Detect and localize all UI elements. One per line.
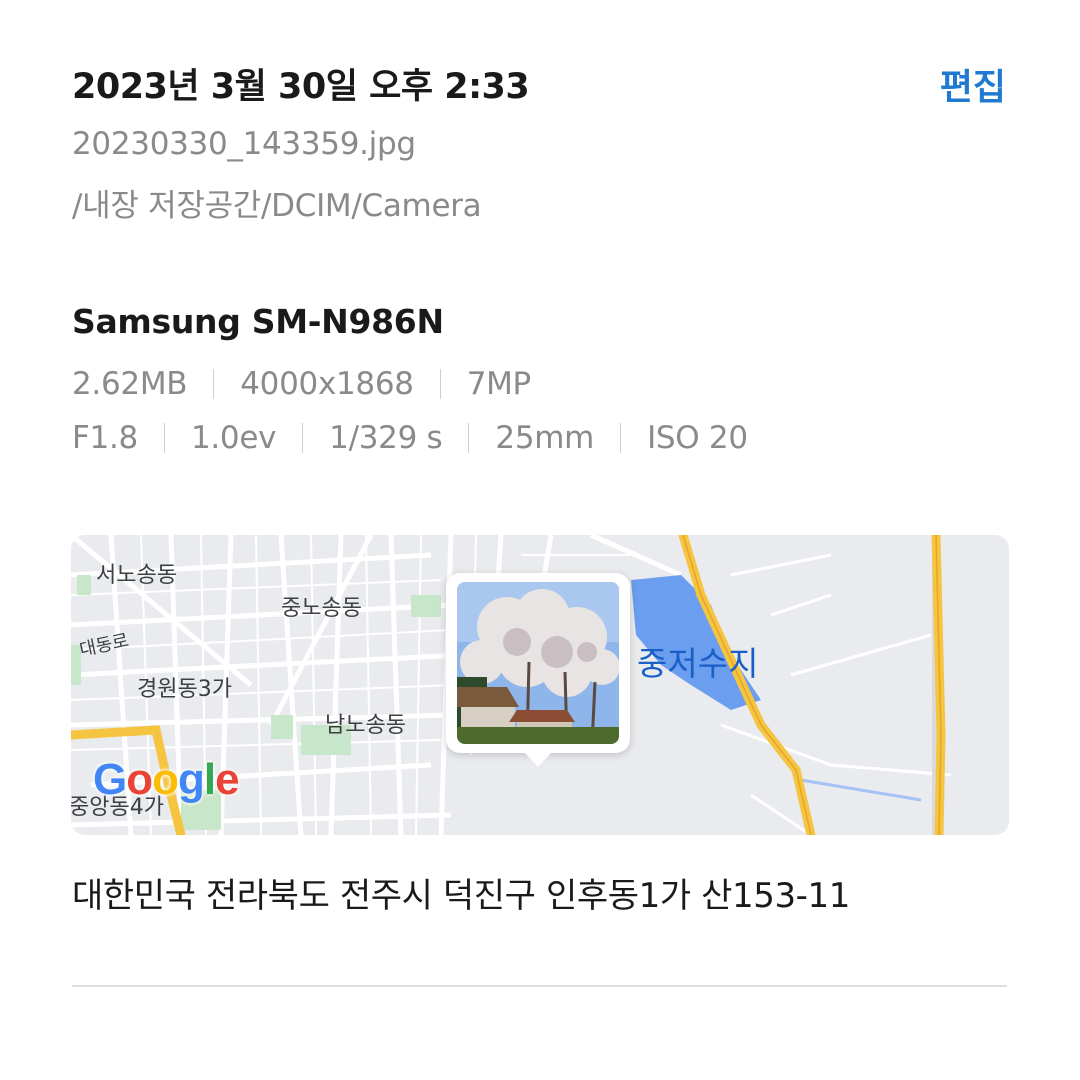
iso: ISO 20	[647, 420, 748, 456]
megapixels: 7MP	[466, 366, 532, 402]
datetime-title: 2023년 3월 30일 오후 2:33	[72, 67, 530, 107]
separator	[620, 423, 622, 453]
separator	[163, 423, 165, 453]
file-path: /내장 저장공간/DCIM/Camera	[72, 188, 482, 224]
google-logo: Google	[93, 755, 240, 804]
map-label-reservoir: 중저수지	[637, 644, 759, 683]
focal-length: 25mm	[495, 420, 595, 456]
divider	[72, 985, 1007, 987]
map-label-seono: 서노송동	[96, 563, 177, 588]
photo-thumbnail	[457, 582, 619, 744]
map-label-namno: 남노송동	[325, 713, 406, 738]
separator	[468, 423, 470, 453]
file-specs-row: 2.62MB 4000x1868 7MP	[72, 366, 531, 402]
location-address: 대한민국 전라북도 전주시 덕진구 인후동1가 산153-11	[72, 876, 851, 916]
separator	[302, 423, 304, 453]
shutter-speed: 1/329 s	[329, 420, 443, 456]
exposure-specs-row: F1.8 1.0ev 1/329 s 25mm ISO 20	[72, 420, 748, 456]
map-label-gyeongwon: 경원동3가	[137, 677, 232, 702]
resolution: 4000x1868	[240, 366, 414, 402]
file-size: 2.62MB	[72, 366, 188, 402]
edit-button[interactable]: 편집	[940, 58, 1006, 110]
exposure-value: 1.0ev	[190, 420, 277, 456]
photo-location-marker[interactable]	[446, 573, 630, 767]
device-model: Samsung SM-N986N	[72, 302, 444, 341]
separator	[439, 369, 441, 399]
separator	[213, 369, 215, 399]
file-name: 20230330_143359.jpg	[72, 126, 416, 162]
map-label-jungno: 중노송동	[281, 596, 362, 621]
aperture: F1.8	[72, 420, 138, 456]
